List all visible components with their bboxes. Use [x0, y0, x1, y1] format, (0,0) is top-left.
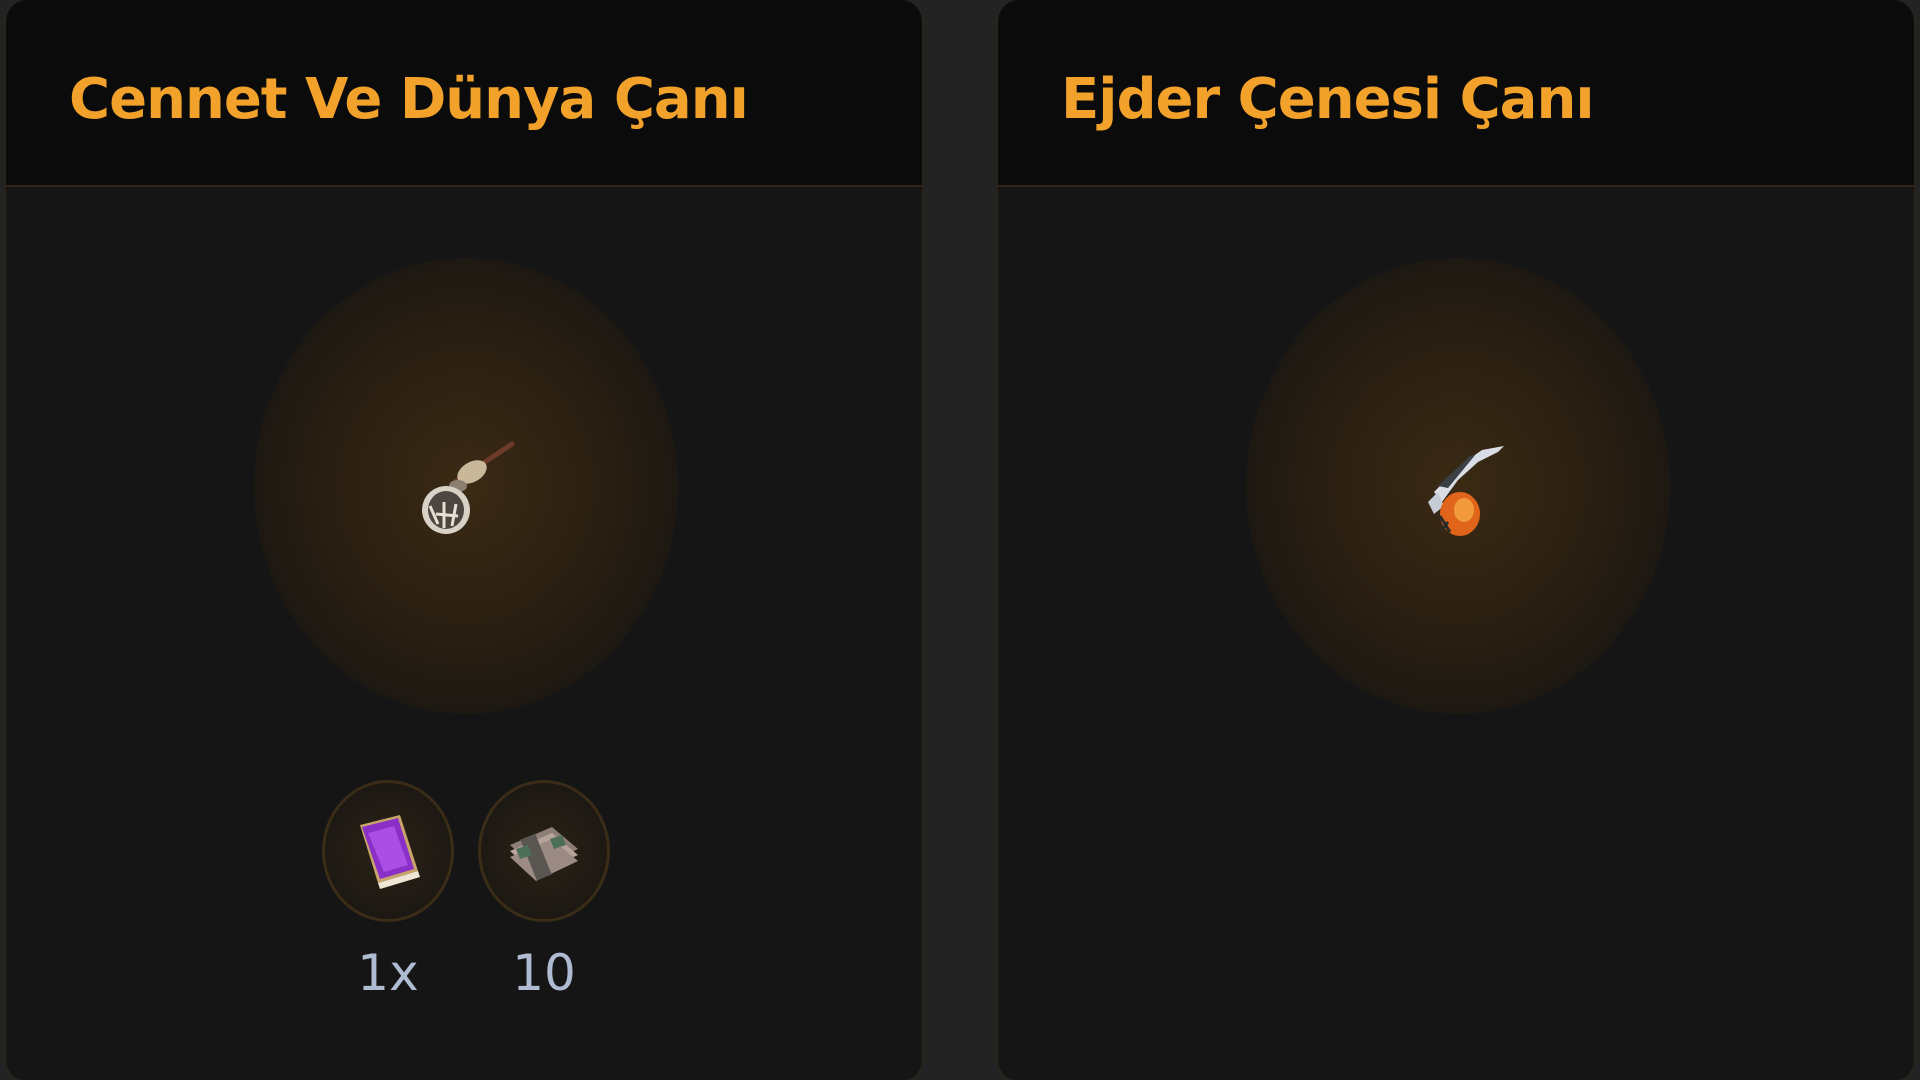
card-title: Cennet Ve Dünya Çanı: [69, 67, 749, 132]
material-slot[interactable]: [322, 780, 454, 922]
card-header: Ejder Çenesi Çanı: [998, 0, 1914, 187]
bundle-scroll-icon: [510, 827, 578, 881]
material-quantity: 1x: [357, 944, 419, 1002]
card-title: Ejder Çenesi Çanı: [1061, 67, 1595, 132]
bell-icon: [422, 441, 515, 534]
material-quantity: 10: [512, 944, 576, 1002]
material-item[interactable]: 1x: [320, 780, 456, 998]
dragon-bell-icon: [1428, 446, 1504, 536]
item-showcase[interactable]: [254, 258, 678, 714]
material-slot[interactable]: [478, 780, 610, 922]
recipe-card-ejder-cenesi[interactable]: Ejder Çenesi Çanı: [997, 0, 1915, 1080]
material-item[interactable]: 10: [476, 780, 612, 998]
recipe-panel: Cennet Ve Dünya Çanı 1x 10 Ejder Çenesi …: [0, 0, 1920, 1080]
item-showcase[interactable]: [1246, 258, 1670, 714]
card-header: Cennet Ve Dünya Çanı: [6, 0, 922, 187]
purple-book-icon: [360, 815, 420, 889]
required-materials: 1x 10: [320, 780, 612, 998]
recipe-card-cennet-ve-dunya[interactable]: Cennet Ve Dünya Çanı 1x 10: [5, 0, 923, 1080]
